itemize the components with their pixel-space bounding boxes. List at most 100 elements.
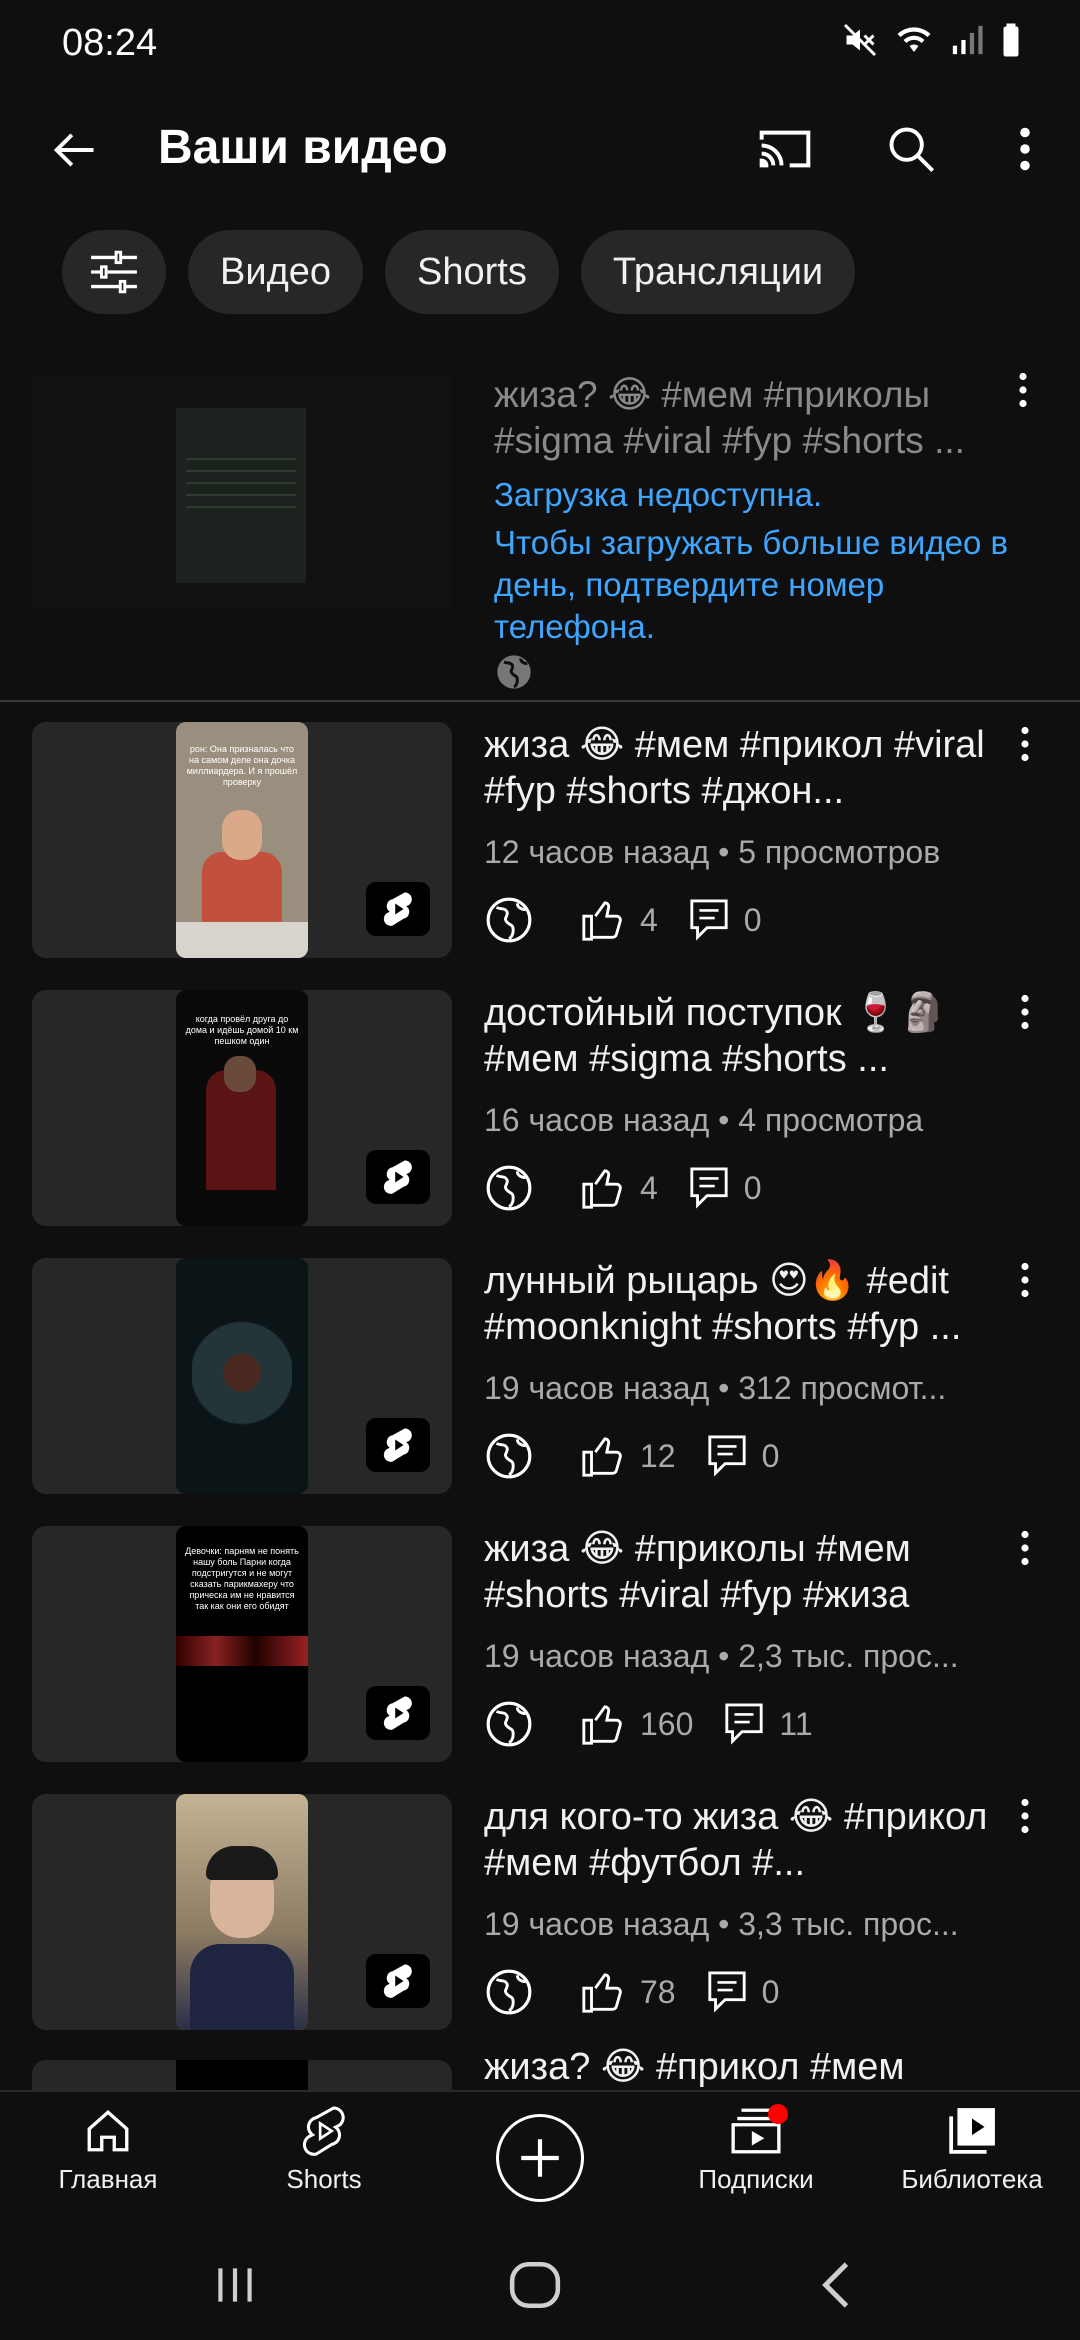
comment-icon	[690, 1167, 728, 1209]
nav-home-label: Главная	[58, 2164, 158, 2194]
bottom-navigation: Главная Shorts Подписки Библиотека	[0, 2090, 1080, 2230]
comment-count: 0	[761, 1973, 780, 2010]
globe-icon	[486, 1701, 532, 1747]
video-item[interactable]: для кого-то жиза 😂 #прикол #мем #футбол …	[0, 1794, 1080, 2034]
video-meta: 19 часов назад • 312 просмот...	[484, 1370, 947, 1406]
video-thumbnail[interactable]	[32, 1794, 452, 2030]
nav-subscriptions-label: Подписки	[698, 2164, 814, 2194]
failed-upload-menu-button[interactable]	[1018, 372, 1028, 413]
like-count: 160	[640, 1705, 694, 1742]
video-title[interactable]: жиза 😂 #приколы #мем #shorts #viral #fyp…	[484, 1526, 1014, 1618]
video-item[interactable]: когда провёл друга до дома и идёшь домой…	[0, 990, 1080, 1230]
thumbs-up-icon	[582, 1705, 622, 1745]
library-icon	[949, 2108, 995, 2154]
video-thumbnail[interactable]: Девочки: парням не понять нашу боль Парн…	[32, 1526, 452, 1762]
cast-icon	[759, 130, 811, 168]
video-title[interactable]: лунный рыцарь 😍🔥 #edit #moonknight #shor…	[484, 1258, 1014, 1350]
video-menu-button[interactable]	[1010, 726, 1040, 776]
shorts-badge	[366, 1418, 430, 1472]
page-title: Ваши видео	[158, 121, 448, 174]
video-meta: 16 часов назад • 4 просмотра	[484, 1102, 924, 1138]
video-thumbnail[interactable]: рон: Она призналась что на самом деле он…	[32, 722, 452, 958]
chip-streams[interactable]: Трансляции	[580, 230, 856, 314]
notification-dot	[768, 2104, 788, 2124]
video-title[interactable]: достойный поступок 🍷🗿 #мем #sigma #short…	[484, 990, 1014, 1082]
signal-icon	[952, 25, 983, 55]
back-button[interactable]	[40, 116, 108, 184]
like-count: 4	[640, 1169, 658, 1206]
battery-icon	[1003, 23, 1019, 57]
comment-count: 0	[761, 1437, 780, 1474]
shorts-icon	[383, 1428, 412, 1462]
home-system-button[interactable]	[508, 2260, 562, 2310]
thumbnail-caption: Девочки: парням не понять нашу боль Парн…	[185, 1546, 299, 1611]
back-system-button[interactable]	[814, 2260, 858, 2310]
video-thumbnail[interactable]: когда провёл друга до дома и идёшь домой…	[32, 990, 452, 1226]
upload-error-message[interactable]: Загрузка недоступна. Чтобы загружать бол…	[494, 474, 1034, 648]
nav-shorts[interactable]: Shorts	[224, 2106, 424, 2195]
nav-home[interactable]: Главная	[8, 2106, 208, 2195]
comment-count: 11	[779, 1705, 813, 1742]
recent-apps-button[interactable]	[210, 2260, 260, 2310]
video-menu-button[interactable]	[1010, 1530, 1040, 1580]
nav-subscriptions[interactable]: Подписки	[656, 2106, 856, 2195]
filter-chips: Видео Shorts Трансляции	[62, 230, 856, 314]
nav-shorts-label: Shorts	[286, 2164, 362, 2194]
more-options-button[interactable]	[1000, 114, 1050, 184]
upload-error-line2[interactable]: Чтобы загружать больше видео в день, под…	[494, 522, 1034, 648]
video-meta: 19 часов назад • 2,3 тыс. прос...	[484, 1638, 959, 1674]
comment-count: 0	[743, 901, 762, 938]
comment-icon	[725, 1703, 764, 1745]
globe-icon	[497, 655, 531, 689]
globe-icon	[486, 1433, 532, 1479]
shorts-badge	[366, 882, 430, 936]
video-title[interactable]: жиза 😂 #мем #прикол #viral #fyp #shorts …	[484, 722, 1014, 814]
nav-library[interactable]: Библиотека	[872, 2106, 1072, 2195]
like-count: 12	[640, 1437, 676, 1474]
thumbnail-caption: когда провёл друга до дома и идёшь домой…	[185, 1014, 299, 1046]
more-vertical-icon	[1021, 726, 1029, 762]
shorts-badge	[366, 1954, 430, 2008]
cast-button[interactable]	[750, 114, 820, 184]
chip-videos[interactable]: Видео	[188, 230, 364, 314]
system-navigation	[0, 2230, 1080, 2340]
filter-settings-chip[interactable]	[62, 230, 166, 314]
wifi-icon	[897, 27, 931, 52]
comment-count: 0	[743, 1169, 762, 1206]
search-button[interactable]	[876, 114, 946, 184]
shorts-icon	[302, 2106, 345, 2156]
plus-icon	[521, 2139, 559, 2177]
video-thumbnail-partial[interactable]	[32, 2060, 452, 2090]
video-stats: 4 0	[484, 892, 762, 948]
video-meta: 19 часов назад • 3,3 тыс. прос...	[484, 1906, 959, 1942]
video-menu-button[interactable]	[1010, 994, 1040, 1044]
video-menu-button[interactable]	[1010, 1798, 1040, 1848]
comment-icon	[690, 899, 728, 941]
home-circle-icon	[509, 2261, 561, 2309]
thumbs-up-icon	[582, 1437, 622, 1477]
create-button[interactable]	[496, 2114, 584, 2202]
globe-icon	[486, 897, 532, 943]
chevron-left-icon	[822, 2262, 849, 2308]
more-vertical-icon	[1021, 1262, 1029, 1298]
video-item[interactable]: лунный рыцарь 😍🔥 #edit #moonknight #shor…	[0, 1258, 1080, 1498]
thumbs-up-icon	[582, 1169, 622, 1209]
failed-upload-title: жиза? 😂 #мем #приколы #sigma #viral #fyp…	[494, 374, 965, 461]
chip-shorts[interactable]: Shorts	[385, 230, 559, 314]
more-vertical-icon	[1021, 994, 1029, 1030]
comment-icon	[707, 1971, 746, 2013]
arrow-left-icon	[53, 133, 94, 167]
video-title-partial[interactable]: жиза? 😂 #прикол #мем	[484, 2044, 1014, 2090]
like-count: 78	[640, 1973, 676, 2010]
failed-upload-item[interactable]: жиза? 😂 #мем #приколы #sigma #viral #fyp…	[0, 372, 1080, 702]
search-icon	[889, 127, 935, 173]
thumbnail-caption: рон: Она призналась что на самом деле он…	[186, 744, 298, 787]
video-item[interactable]: Девочки: парням не понять нашу боль Парн…	[0, 1526, 1080, 1766]
video-item[interactable]: рон: Она призналась что на самом деле он…	[0, 722, 1080, 962]
shorts-badge	[366, 1150, 430, 1204]
video-menu-button[interactable]	[1010, 1262, 1040, 1312]
video-title[interactable]: для кого-то жиза 😂 #прикол #мем #футбол …	[484, 1794, 1014, 1886]
video-thumbnail[interactable]	[32, 1258, 452, 1494]
more-vertical-icon	[1019, 372, 1027, 408]
home-icon	[87, 2110, 129, 2152]
